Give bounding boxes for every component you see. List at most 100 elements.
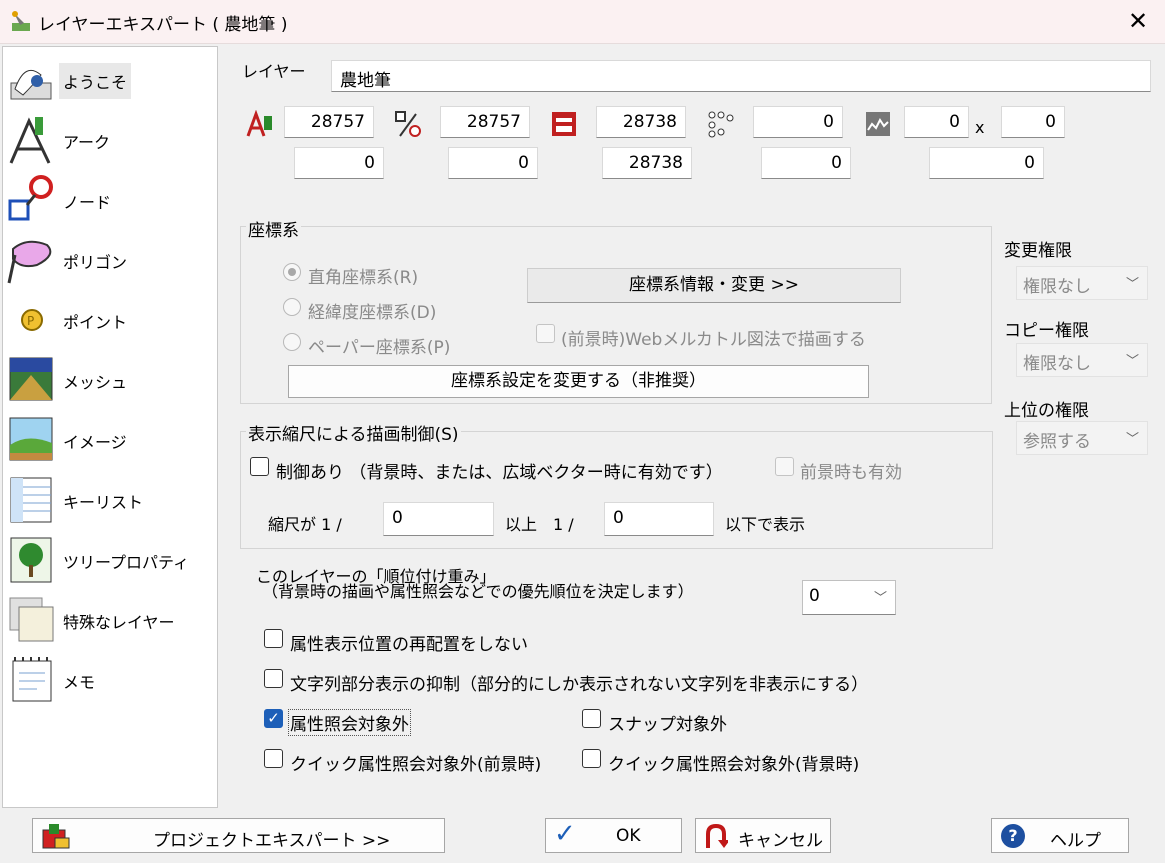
project-expert-label: プロジェクトエキスパート >> <box>153 831 391 851</box>
ok-label: OK <box>616 826 641 846</box>
mesh-selected-field: 0 <box>929 147 1044 179</box>
radio-paper-coord[interactable] <box>283 333 301 351</box>
sidebar-item-special-layer[interactable]: 特殊なレイヤー <box>3 589 217 649</box>
sidebar-item-image[interactable]: イメージ <box>3 409 217 469</box>
coord-group-label: 座標系 <box>246 216 301 241</box>
polygon-selected-field: 28738 <box>602 147 692 179</box>
web-mercator-label: (前景時)Webメルカトル図法で描画する <box>561 330 866 350</box>
sidebar-item-label: イメージ <box>63 433 127 452</box>
upper-permission-label: 上位の権限 <box>1004 401 1089 421</box>
chevron-down-icon: ﹀ <box>1125 432 1139 447</box>
quick-bg-label: クイック属性照会対象外(背景時) <box>608 755 860 775</box>
point-count-icon <box>708 111 734 138</box>
mesh-count-b-field: 0 <box>1001 106 1065 138</box>
node-count-icon <box>395 111 421 137</box>
exclude-attr-checkbox[interactable]: ✓ <box>264 709 283 728</box>
chevron-down-icon: ﹀ <box>873 591 887 606</box>
project-icon <box>42 824 70 849</box>
priority-value: 0 <box>809 586 820 606</box>
foreground-enable-checkbox[interactable] <box>775 457 794 476</box>
quick-fg-checkbox[interactable] <box>264 749 283 768</box>
welcome-icon <box>10 69 52 100</box>
copy-permission-label: コピー権限 <box>1004 321 1089 341</box>
help-button[interactable]: ? ヘルプ <box>991 818 1129 853</box>
copy-permission-select[interactable]: 権限なし ﹀ <box>1016 343 1148 377</box>
sidebar-item-mesh[interactable]: メッシュ <box>3 349 217 409</box>
change-coord-button[interactable]: 座標系設定を変更する（非推奨） <box>288 365 869 398</box>
check-icon: ✓ <box>554 819 576 849</box>
no-relocate-checkbox[interactable] <box>264 629 283 648</box>
scale-suffix: 以下で表示 <box>725 515 806 534</box>
window-title: レイヤーエキスパート ( 農地筆 ) <box>38 15 288 35</box>
radio-rect-coord[interactable] <box>283 263 301 281</box>
help-label: ヘルプ <box>1050 831 1101 851</box>
polygon-count-field: 28738 <box>596 106 686 138</box>
layer-name-field[interactable]: 農地筆 <box>331 60 1151 92</box>
polygon-count-icon <box>552 112 576 136</box>
help-icon: ? <box>1001 824 1025 848</box>
priority-select[interactable]: 0 ﹀ <box>802 580 896 615</box>
sidebar-item-welcome[interactable]: ようこそ <box>3 49 217 109</box>
scale-prefix: 縮尺が 1 / <box>268 515 342 534</box>
foreground-enable-label: 前景時も有効 <box>800 463 902 483</box>
keylist-icon <box>10 477 52 523</box>
quick-bg-checkbox[interactable] <box>582 749 601 768</box>
sidebar-item-label: メッシュ <box>63 373 128 392</box>
arc-icon <box>9 117 51 164</box>
arc-count-field: 28757 <box>284 106 374 138</box>
radio-rect-coord-label: 直角座標系(R) <box>308 268 419 288</box>
node-selected-field: 0 <box>448 147 538 179</box>
sidebar-item-label: ようこそ <box>59 63 132 99</box>
upper-permission-value: 参照する <box>1023 432 1091 452</box>
sidebar-item-memo[interactable]: メモ <box>3 649 217 709</box>
sidebar-item-label: ツリープロパティ <box>63 553 190 572</box>
sidebar-item-tree[interactable]: ツリープロパティ <box>3 529 217 589</box>
cancel-label: キャンセル <box>738 831 823 851</box>
no-relocate-label: 属性表示位置の再配置をしない <box>290 635 528 655</box>
mesh-count-icon <box>866 112 890 136</box>
sidebar-item-arc[interactable]: アーク <box>3 109 217 169</box>
scale-mid-text: 以上 1 / <box>505 515 574 534</box>
upper-permission-select[interactable]: 参照する ﹀ <box>1016 421 1148 455</box>
coord-info-button[interactable]: 座標系情報・変更 >> <box>527 268 901 303</box>
chevron-down-icon: ﹀ <box>1125 354 1139 369</box>
mesh-count-a-field: 0 <box>904 106 969 138</box>
change-permission-select[interactable]: 権限なし ﹀ <box>1016 266 1148 300</box>
quick-fg-label: クイック属性照会対象外(前景時) <box>290 755 542 775</box>
sidebar-item-label: メモ <box>63 673 96 692</box>
sidebar-item-label: ポリゴン <box>63 253 128 272</box>
sidebar-item-node[interactable]: ノード <box>3 169 217 229</box>
scale-min-input[interactable]: 0 <box>383 502 494 536</box>
radio-latlon-coord-label: 経緯度座標系(D) <box>308 303 437 323</box>
project-expert-button[interactable]: プロジェクトエキスパート >> <box>32 818 445 853</box>
sidebar-item-polygon[interactable]: ポリゴン <box>3 229 217 289</box>
sidebar-item-label: キーリスト <box>63 493 144 512</box>
chevron-down-icon: ﹀ <box>1125 277 1139 292</box>
change-permission-label: 変更権限 <box>1004 241 1072 261</box>
sidebar-item-keylist[interactable]: キーリスト <box>3 469 217 529</box>
exclude-snap-checkbox[interactable] <box>582 709 601 728</box>
point-count-field: 0 <box>753 106 843 138</box>
exclude-snap-label: スナップ対象外 <box>608 715 727 735</box>
sidebar-item-label: 特殊なレイヤー <box>63 613 175 632</box>
copy-permission-value: 権限なし <box>1023 354 1091 374</box>
tree-icon <box>10 537 52 583</box>
scale-control-checkbox[interactable] <box>250 457 269 476</box>
sidebar: ようこそ アーク ノード ポリゴン P ポイント メッシュ イメージ キーリスト… <box>2 46 218 808</box>
node-icon <box>8 175 53 221</box>
sidebar-item-label: ポイント <box>63 313 128 332</box>
close-button[interactable]: ✕ <box>1120 4 1156 38</box>
polygon-icon <box>7 240 52 284</box>
suppress-partial-checkbox[interactable] <box>264 669 283 688</box>
cancel-button[interactable]: キャンセル <box>695 818 831 853</box>
node-count-field: 28757 <box>440 106 530 138</box>
scale-max-input[interactable]: 0 <box>604 502 714 536</box>
point-selected-field: 0 <box>761 147 851 179</box>
sidebar-item-point[interactable]: P ポイント <box>3 289 217 349</box>
undo-icon <box>706 824 728 848</box>
mesh-icon <box>9 357 53 401</box>
special-layer-icon <box>9 597 54 642</box>
web-mercator-checkbox[interactable] <box>536 324 555 343</box>
radio-latlon-coord[interactable] <box>283 298 301 316</box>
ok-button[interactable]: ✓ OK <box>545 818 682 853</box>
